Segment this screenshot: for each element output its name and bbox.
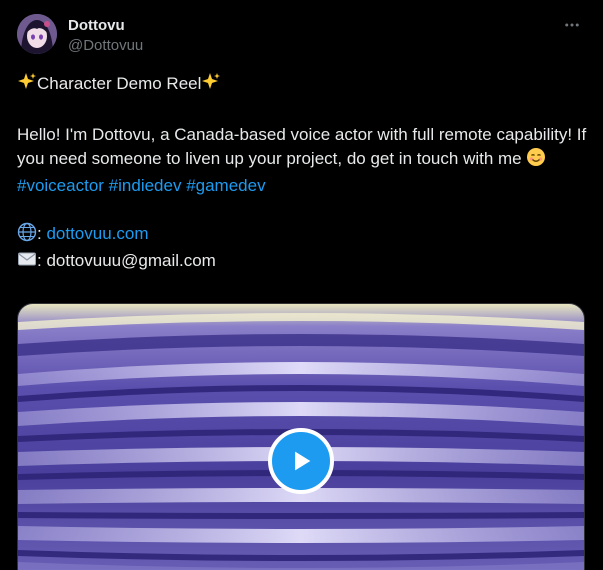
tweet-title: Character Demo Reel — [17, 72, 587, 99]
play-button[interactable] — [268, 428, 334, 494]
sparkles-icon — [201, 72, 221, 99]
website-line: : dottovuu.com — [17, 222, 587, 249]
hashtags: #voiceactor #indiedev #gamedev — [17, 174, 587, 198]
more-options-button[interactable] — [561, 14, 583, 36]
globe-icon — [17, 222, 37, 249]
website-link[interactable]: dottovuu.com — [46, 224, 148, 243]
hashtag-link[interactable]: #indiedev — [109, 176, 182, 195]
display-name[interactable]: Dottovu — [68, 16, 143, 36]
email-text: : dottovuuu@gmail.com — [37, 251, 216, 270]
email-line: : dottovuuu@gmail.com — [17, 249, 587, 276]
user-handle[interactable]: @Dottovuu — [68, 36, 143, 56]
anime-girl-avatar-icon — [17, 14, 57, 54]
tweet-title-text: Character Demo Reel — [37, 74, 202, 93]
smiling-face-icon — [526, 147, 546, 174]
tweet[interactable]: Dottovu @Dottovuu Character Demo Reel He… — [0, 0, 603, 570]
tweet-paragraph: Hello! I'm Dottovu, a Canada-based voice… — [17, 123, 587, 174]
more-options-icon — [565, 23, 579, 27]
tweet-paragraph-text: Hello! I'm Dottovu, a Canada-based voice… — [17, 125, 587, 168]
envelope-icon — [17, 249, 37, 276]
tweet-text: Character Demo Reel Hello! I'm Dottovu, … — [17, 72, 587, 276]
play-icon — [295, 451, 311, 471]
sparkles-icon — [17, 72, 37, 99]
hashtag-link[interactable]: #voiceactor — [17, 176, 104, 195]
avatar[interactable] — [17, 14, 57, 54]
tweet-header: Dottovu @Dottovuu — [68, 16, 143, 56]
hashtag-link[interactable]: #gamedev — [186, 176, 265, 195]
